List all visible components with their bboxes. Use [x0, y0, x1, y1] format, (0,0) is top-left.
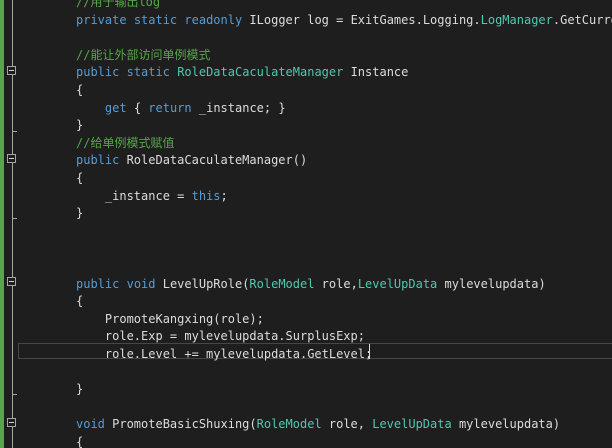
text-token: _instance; } — [191, 100, 286, 115]
code-line: public void LevelUpRole(RoleModel role,L… — [76, 276, 546, 293]
comment-token: //给单例模式赋值 — [76, 135, 175, 150]
type-token: RoleDataCaculateManager — [177, 65, 344, 80]
text-token: RoleDataCaculateManager() — [119, 153, 308, 168]
code-line: public RoleDataCaculateManager() — [76, 152, 307, 169]
keyword-token: readonly — [184, 12, 243, 27]
text-caret — [369, 344, 370, 359]
code-line: { — [76, 170, 83, 187]
comment-token: //用于输出log — [76, 0, 161, 9]
code-line: _instance = this; — [76, 188, 228, 205]
type-token: LevelUpData — [372, 417, 452, 432]
code-line: role.Exp = mylevelupdata.SurplusExp; — [76, 328, 365, 345]
keyword-token: this — [191, 188, 221, 203]
keyword-token: static — [126, 65, 170, 80]
text-token: Instance — [343, 65, 409, 80]
text-token: .GetCurre — [552, 12, 612, 27]
keyword-token: void — [126, 276, 156, 291]
text-token: ILogger log = ExitGames.Logging. — [242, 12, 481, 27]
code-line: //给单例模式赋值 — [76, 135, 174, 152]
collapse-levelup-method-icon[interactable] — [7, 277, 16, 286]
text-token: LevelUpRole( — [155, 276, 250, 291]
code-line: get { return _instance; } — [76, 100, 286, 117]
text-token: mylevelupdata) — [437, 276, 546, 291]
keyword-token: static — [133, 12, 178, 27]
code-line: { — [76, 82, 83, 99]
code-line: role.Level += mylevelupdata.GetLevel; — [76, 346, 372, 363]
text-token: role, — [321, 417, 373, 432]
code-line: public static RoleDataCaculateManager In… — [76, 64, 408, 81]
collapse-constructor-icon[interactable] — [7, 154, 16, 163]
text-token: role.Level += mylevelupdata.GetLevel; — [76, 347, 373, 361]
text-token: } — [76, 206, 84, 221]
text-token: } — [76, 118, 84, 133]
code-line: void PromoteBasicShuxing(RoleModel role,… — [76, 416, 560, 433]
text-token: PromoteKangxing(role); — [76, 311, 264, 326]
keyword-token: public — [76, 153, 120, 168]
code-line: } — [76, 205, 83, 222]
text-token: { — [126, 100, 149, 115]
text-token: { — [76, 83, 84, 97]
keyword-token: return — [148, 100, 192, 115]
text-token: role, — [314, 276, 358, 291]
text-token: ; — [220, 188, 228, 203]
code-line: //用于输出log — [76, 0, 160, 11]
text-token: { — [76, 171, 84, 185]
text-token: { — [76, 435, 84, 448]
outline-end-marker — [12, 218, 17, 219]
keyword-token: public — [76, 65, 120, 80]
type-token: LevelUpData — [357, 276, 438, 291]
keyword-token: public — [76, 276, 120, 291]
code-line: } — [76, 117, 83, 134]
collapse-instance-property-icon[interactable] — [7, 66, 16, 75]
comment-token: //能让外部访问单例模式 — [76, 47, 211, 62]
text-token: } — [76, 382, 84, 397]
text-token: role.Exp = mylevelupdata.SurplusExp; — [76, 329, 365, 344]
change-tracking-bar — [0, 0, 4, 448]
type-token: LogManager — [480, 12, 553, 27]
text-token: _instance = — [76, 188, 192, 203]
keyword-token: get — [104, 100, 127, 115]
code-line: //能让外部访问单例模式 — [76, 47, 210, 64]
code-line: { — [76, 293, 83, 310]
collapse-promote-method-icon[interactable] — [7, 418, 16, 427]
text-token: PromoteBasicShuxing( — [104, 417, 257, 432]
keyword-token: private — [76, 12, 127, 27]
text-token: { — [76, 294, 84, 309]
outline-end-marker — [12, 131, 17, 132]
outline-end-marker — [12, 394, 17, 395]
code-line: { — [76, 434, 83, 448]
text-token: mylevelupdata) — [451, 417, 561, 432]
code-editor[interactable]: //用于输出log private static readonly ILogger… — [0, 0, 612, 448]
type-token: RoleModel — [249, 276, 315, 291]
code-line: private static readonly ILogger log = Ex… — [76, 12, 612, 29]
type-token: RoleModel — [256, 417, 322, 432]
keyword-token: void — [76, 417, 105, 432]
code-line: PromoteKangxing(role); — [76, 311, 264, 328]
code-line: } — [76, 381, 83, 398]
